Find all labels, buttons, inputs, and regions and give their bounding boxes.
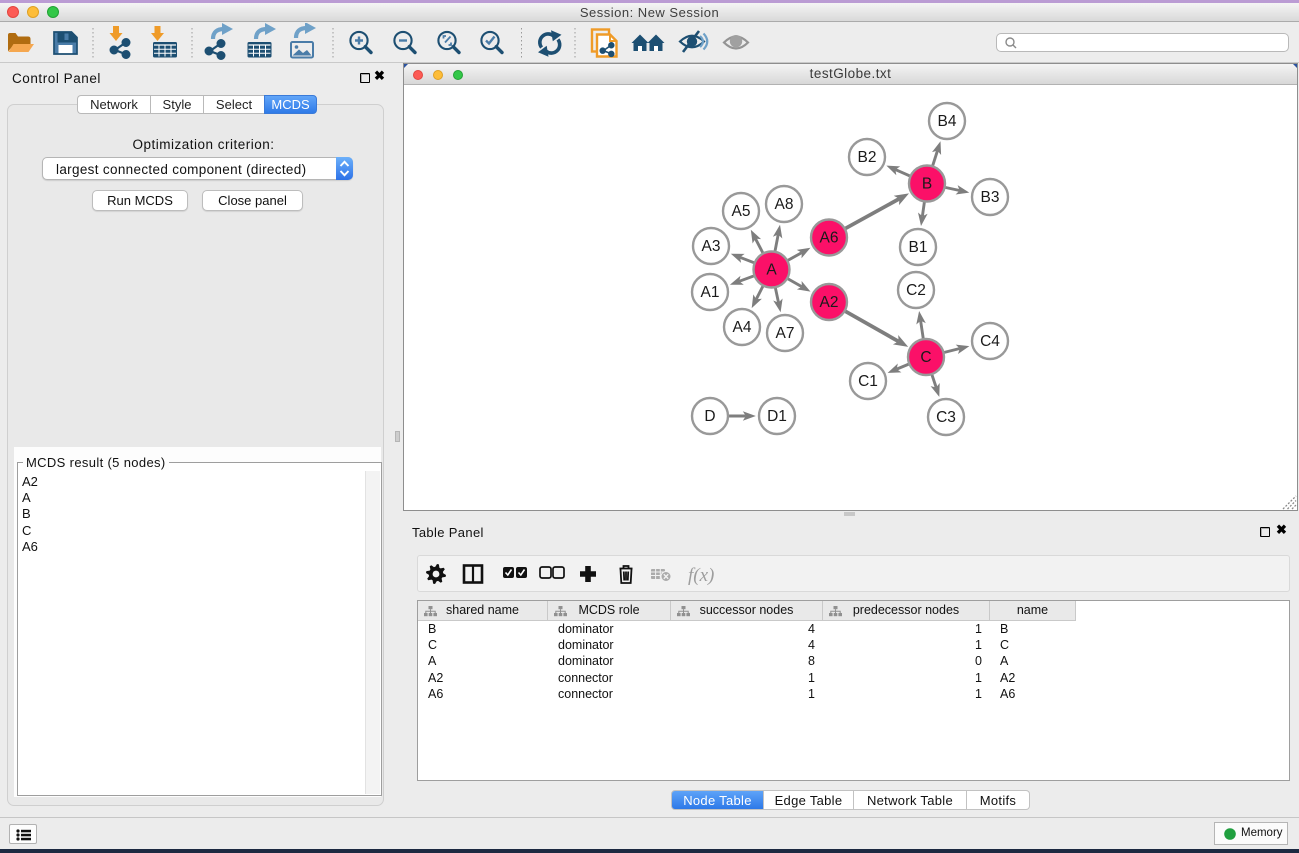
svg-text:D1: D1 (767, 408, 787, 425)
svg-text:A8: A8 (775, 196, 794, 213)
svg-text:A4: A4 (733, 319, 752, 336)
svg-text:A7: A7 (776, 325, 795, 342)
svg-text:B1: B1 (909, 239, 928, 256)
svg-text:A2: A2 (820, 294, 839, 311)
svg-text:D: D (704, 408, 715, 425)
svg-text:A6: A6 (820, 230, 839, 247)
svg-text:C: C (920, 349, 931, 366)
svg-text:A5: A5 (732, 203, 751, 220)
svg-text:C2: C2 (906, 282, 926, 299)
svg-text:C4: C4 (980, 333, 1000, 350)
svg-text:B4: B4 (938, 113, 957, 130)
svg-text:A1: A1 (701, 284, 720, 301)
svg-text:B3: B3 (981, 189, 1000, 206)
svg-text:A3: A3 (702, 238, 721, 255)
svg-text:B: B (922, 176, 932, 193)
svg-text:f(x): f(x) (688, 565, 714, 586)
svg-text:B2: B2 (858, 149, 877, 166)
svg-text:C1: C1 (858, 373, 878, 390)
svg-text:A: A (766, 262, 777, 279)
svg-text:C3: C3 (936, 409, 956, 426)
